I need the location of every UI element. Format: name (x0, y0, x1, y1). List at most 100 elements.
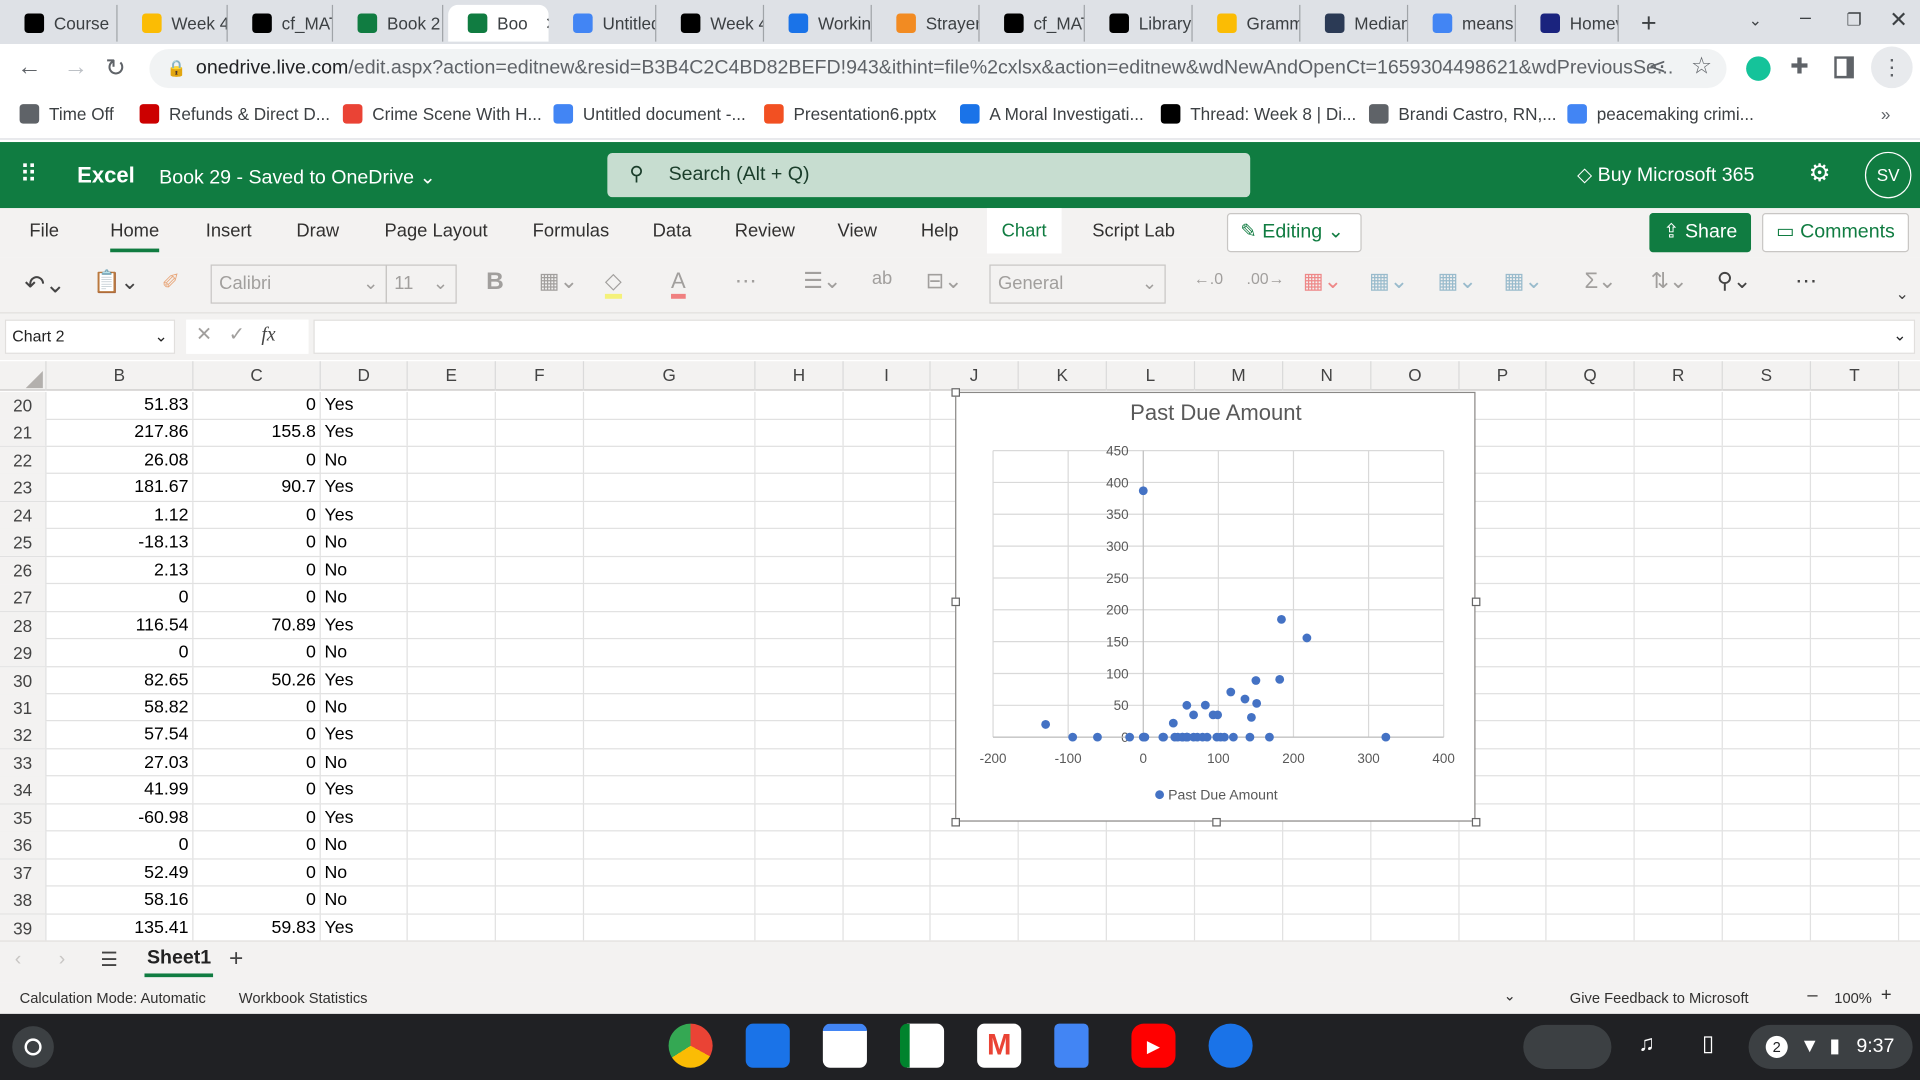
align-icon[interactable]: ☰⌄ (803, 268, 841, 294)
empty-cell[interactable] (496, 831, 585, 859)
ribbon-tab[interactable]: View (838, 220, 877, 241)
data-point[interactable] (1138, 486, 1148, 496)
column-header[interactable]: I (844, 361, 931, 391)
empty-cell[interactable] (1723, 776, 1812, 804)
empty-cell[interactable] (844, 446, 931, 474)
row-header[interactable]: 21 (0, 419, 47, 447)
empty-cell[interactable] (584, 446, 756, 474)
doc-title[interactable]: Book 29 - Saved to OneDrive ⌄ (159, 165, 436, 189)
cell-d[interactable]: No (321, 859, 408, 887)
media-icon[interactable]: ♫ (1638, 1031, 1655, 1057)
empty-cell[interactable] (1107, 914, 1196, 941)
empty-cell[interactable] (584, 804, 756, 832)
data-point[interactable] (1228, 732, 1238, 742)
docs-icon[interactable] (1054, 1023, 1089, 1068)
empty-cell[interactable] (1811, 804, 1900, 832)
empty-cell[interactable] (1811, 419, 1900, 447)
empty-cell[interactable] (931, 831, 1019, 859)
empty-cell[interactable] (584, 666, 756, 694)
star-icon[interactable]: ☆ (1691, 53, 1712, 81)
row-header[interactable]: 27 (0, 584, 47, 612)
bookmark-item[interactable]: Thread: Week 8 | Di... (1160, 104, 1356, 124)
empty-cell[interactable] (931, 886, 1019, 914)
empty-cell[interactable] (1460, 914, 1547, 941)
empty-cell[interactable] (844, 501, 931, 529)
app-launcher-icon[interactable]: ⠿ (20, 159, 38, 190)
data-point[interactable] (1247, 712, 1256, 722)
empty-cell[interactable] (1635, 639, 1723, 667)
column-header[interactable]: R (1635, 361, 1723, 391)
empty-cell[interactable] (931, 914, 1019, 941)
cell-styles-icon[interactable]: ▦⌄ (1438, 268, 1477, 294)
empty-cell[interactable] (1723, 446, 1812, 474)
empty-cell[interactable] (844, 859, 931, 887)
row-header[interactable]: 37 (0, 859, 47, 887)
bold-icon[interactable]: B (486, 268, 504, 296)
browser-tab[interactable]: cf_MAT (984, 4, 1085, 42)
empty-cell[interactable] (1547, 694, 1635, 722)
data-point[interactable] (1068, 732, 1078, 742)
empty-cell[interactable] (1547, 529, 1635, 557)
empty-cell[interactable] (1283, 886, 1372, 914)
reload-icon[interactable]: ↻ (105, 53, 126, 84)
phone-hub-icon[interactable]: ▯ (1702, 1031, 1714, 1057)
empty-cell[interactable] (756, 804, 844, 832)
empty-cell[interactable] (408, 474, 496, 502)
empty-cell[interactable] (408, 584, 496, 612)
cell-b[interactable]: -60.98 (47, 804, 194, 832)
sort-filter-icon[interactable]: ⇅⌄ (1651, 268, 1688, 294)
empty-cell[interactable] (584, 721, 756, 749)
cell-d[interactable]: No (321, 694, 408, 722)
data-point[interactable] (1245, 732, 1255, 742)
bookmark-item[interactable]: peacemaking crimi... (1567, 104, 1754, 124)
empty-cell[interactable] (1635, 391, 1723, 419)
data-point[interactable] (1219, 732, 1229, 742)
empty-cell[interactable] (496, 639, 585, 667)
status-chevron-icon[interactable]: ⌄ (1504, 987, 1516, 1004)
browser-tab[interactable]: Book 2 (338, 4, 444, 42)
cell-d[interactable]: No (321, 529, 408, 557)
empty-cell[interactable] (1547, 776, 1635, 804)
empty-cell[interactable] (844, 474, 931, 502)
format-table-icon[interactable]: ▦⌄ (1369, 268, 1408, 294)
cell-b[interactable]: 58.16 (47, 886, 194, 914)
cancel-icon[interactable]: ✕ (196, 324, 212, 345)
font-color-icon[interactable]: A (671, 268, 686, 299)
empty-cell[interactable] (408, 529, 496, 557)
empty-cell[interactable] (756, 584, 844, 612)
empty-cell[interactable] (584, 831, 756, 859)
empty-cell[interactable] (756, 859, 844, 887)
cell-b[interactable]: 217.86 (47, 419, 194, 447)
cell-d[interactable]: Yes (321, 666, 408, 694)
bookmark-item[interactable]: Untitled document -... (553, 104, 746, 124)
empty-cell[interactable] (408, 446, 496, 474)
share-button[interactable]: ⇪ Share (1649, 213, 1752, 253)
empty-cell[interactable] (584, 886, 756, 914)
ribbon-tab[interactable]: Page Layout (384, 220, 487, 241)
launcher-icon[interactable] (12, 1026, 54, 1068)
empty-cell[interactable] (1811, 886, 1900, 914)
system-tray[interactable]: 2 ▼ ▮ 9:37 (1748, 1024, 1913, 1069)
side-panel-icon[interactable] (1834, 56, 1854, 79)
column-header[interactable]: G (584, 361, 756, 391)
expand-ribbon-icon[interactable]: ⌄ (1896, 284, 1909, 304)
empty-cell[interactable] (1371, 886, 1460, 914)
empty-cell[interactable] (1811, 721, 1900, 749)
cell-c[interactable]: 0 (193, 391, 321, 419)
empty-cell[interactable] (1635, 804, 1723, 832)
empty-cell[interactable] (1547, 611, 1635, 639)
empty-cell[interactable] (496, 391, 585, 419)
cell-d[interactable]: No (321, 584, 408, 612)
empty-cell[interactable] (1811, 529, 1900, 557)
empty-cell[interactable] (1547, 666, 1635, 694)
empty-cell[interactable] (408, 721, 496, 749)
cell-c[interactable]: 50.26 (193, 666, 321, 694)
empty-cell[interactable] (408, 749, 496, 777)
ribbon-tab[interactable]: Insert (206, 220, 252, 241)
empty-cell[interactable] (756, 694, 844, 722)
row-header[interactable]: 29 (0, 639, 47, 667)
empty-cell[interactable] (1811, 914, 1900, 941)
data-point[interactable] (1125, 732, 1135, 742)
empty-cell[interactable] (496, 446, 585, 474)
data-point[interactable] (1240, 694, 1250, 704)
